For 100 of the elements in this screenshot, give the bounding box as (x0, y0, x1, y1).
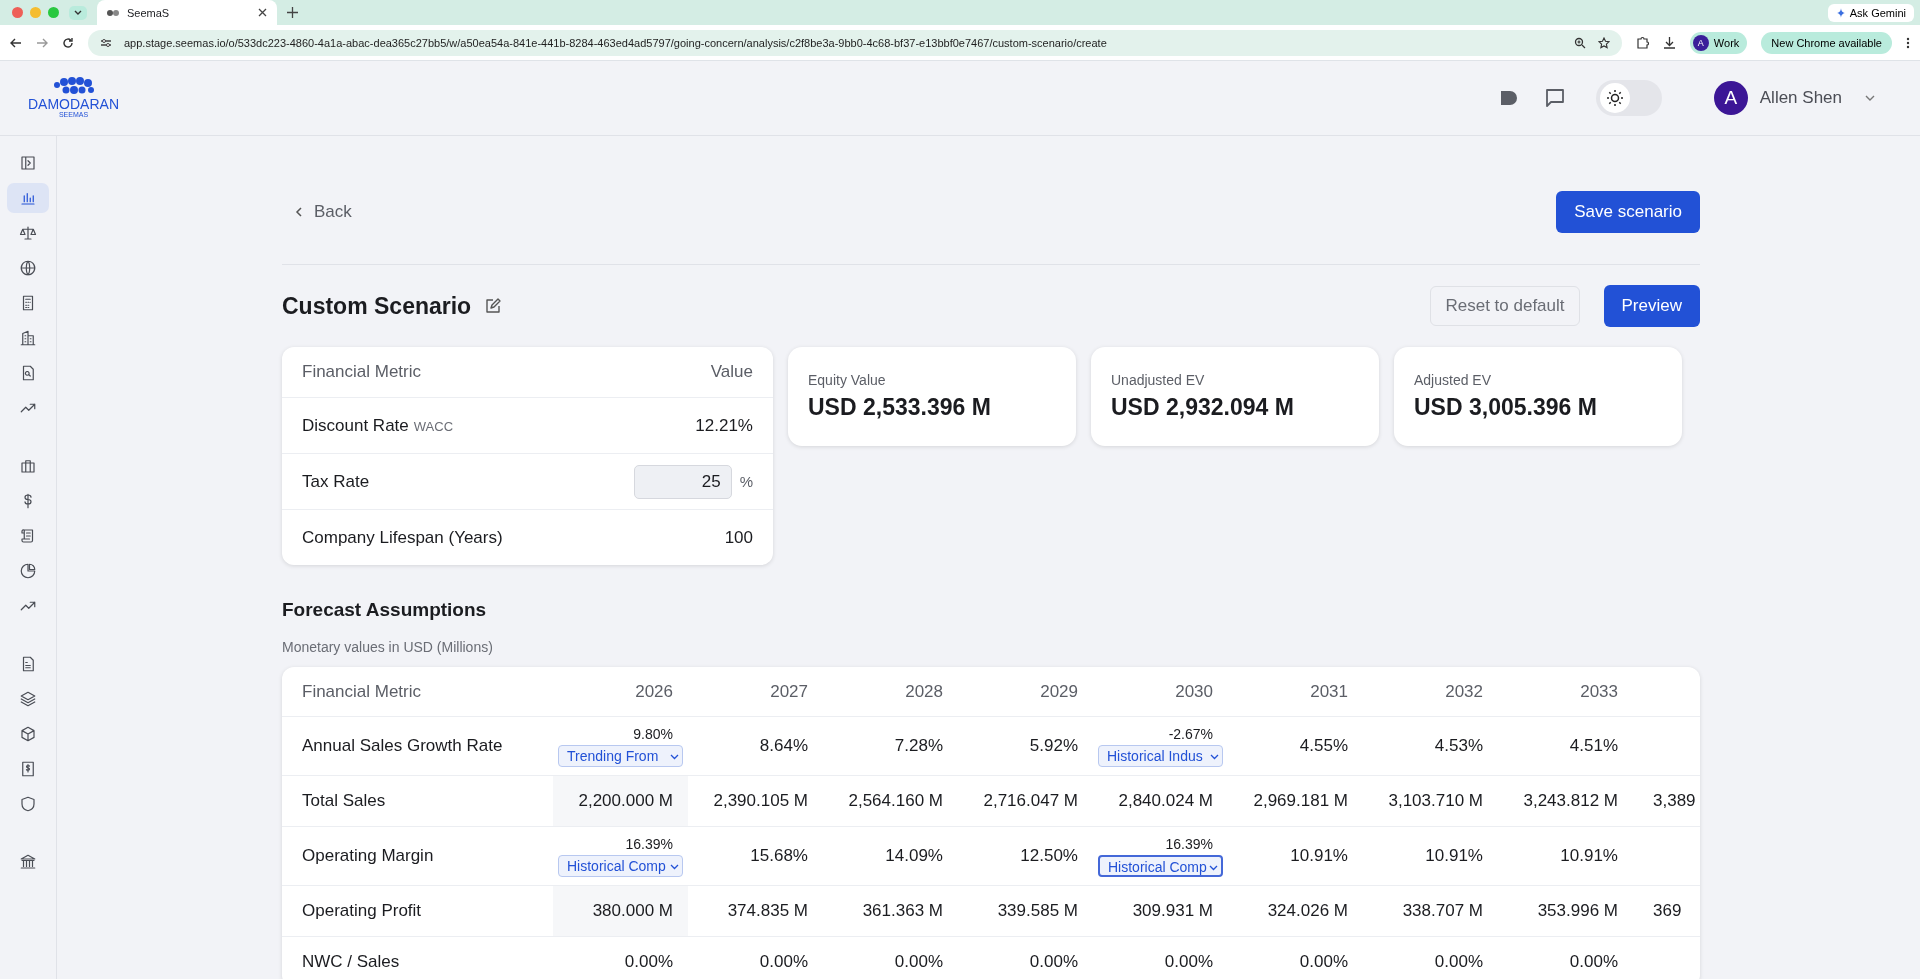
back-nav-icon[interactable] (10, 36, 22, 49)
update-button[interactable]: New Chrome available (1761, 31, 1892, 54)
reload-icon[interactable] (62, 36, 74, 49)
reset-button[interactable]: Reset to default (1430, 286, 1580, 326)
sparkle-icon (1835, 7, 1846, 18)
address-field[interactable]: app.stage.seemas.io/o/533dc223-4860-4a1a-abac-dea365c27bb5/w/a50ea54a-841e-441b-8284-463ed4ad5797/going-concern/analysis/c2f8be3a-9bb0-4c68-bf37-e13bbf0e7467/custom-scenario/create (88, 29, 1622, 56)
method-dropdown[interactable]: Historical Comp (558, 854, 683, 877)
download-icon[interactable] (1662, 36, 1676, 49)
column-header: 2029 (1040, 681, 1078, 702)
metric-label: Tax Rate (302, 471, 370, 492)
save-scenario-button[interactable]: Save scenario (1556, 191, 1700, 233)
row-label: Total Sales (302, 791, 386, 811)
value-card-label: Equity Value (808, 372, 887, 388)
column-header: Financial Metric (302, 362, 422, 382)
unit-label: % (739, 473, 753, 490)
metric-label: Discount Rate WACC (302, 415, 454, 436)
table-cell: 309.931 M (1132, 901, 1213, 921)
caret-icon (670, 863, 679, 870)
tax-rate-field[interactable]: 25 (633, 464, 732, 499)
table-cell: 10.91% (1290, 846, 1348, 866)
table-cell: 380.000 M (592, 901, 673, 921)
table-cell: 0.00% (1029, 952, 1078, 972)
table-cell: 369 (1653, 901, 1682, 921)
table-cell: 3,389 (1653, 791, 1696, 811)
back-link[interactable]: Back (282, 202, 352, 222)
table-cell: 0.00% (624, 952, 673, 972)
caret-icon (1209, 864, 1218, 871)
chevron-left-icon (294, 206, 304, 218)
method-dropdown[interactable]: Trending From (558, 744, 683, 767)
table-cell: 4.53% (1434, 736, 1483, 756)
bank-icon (19, 853, 37, 871)
table-cell: -2.67% (1168, 725, 1213, 742)
table-cell: 10.91% (1560, 846, 1618, 866)
table-cell: 4.51% (1569, 736, 1618, 756)
table-cell: 3,103.710 M (1388, 791, 1483, 811)
table-cell: 2,390.105 M (713, 791, 808, 811)
table-cell: 16.39% (1165, 835, 1213, 852)
theme-toggle[interactable] (1595, 80, 1662, 116)
close-tab-icon[interactable] (258, 8, 267, 17)
value-card-amount: USD 2,533.396 M (808, 394, 992, 421)
table-cell: 0.00% (894, 952, 943, 972)
tag-icon[interactable] (1499, 90, 1518, 106)
table-cell: 3,243.812 M (1523, 791, 1618, 811)
building-icon (19, 329, 37, 347)
logo-text: DAMODARAN (28, 97, 119, 112)
table-cell: 339.585 M (997, 901, 1078, 921)
bookmark-star-icon[interactable] (1597, 36, 1610, 49)
table-cell: 2,200.000 M (578, 791, 673, 811)
metric-value: 100 (724, 527, 753, 548)
row-label: Operating Margin (302, 846, 434, 866)
chevron-down-icon (1864, 94, 1876, 102)
table-cell: 324.026 M (1267, 901, 1348, 921)
method-dropdown[interactable]: Historical Comp (1098, 854, 1223, 877)
edit-icon[interactable] (485, 298, 502, 314)
caret-icon (1210, 753, 1219, 760)
row-label: NWC / Sales (302, 952, 400, 972)
metric-value: 12.21% (695, 415, 753, 436)
caret-icon (670, 753, 679, 760)
table-cell: 2,716.047 M (983, 791, 1078, 811)
table-cell: 353.996 M (1537, 901, 1618, 921)
pie-chart-icon (19, 562, 37, 580)
method-dropdown[interactable]: Historical Indus (1098, 744, 1223, 767)
site-settings-icon[interactable] (100, 37, 112, 48)
table-cell: 16.39% (625, 835, 673, 852)
table-cell: 5.92% (1029, 736, 1078, 756)
table-cell: 10.91% (1425, 846, 1483, 866)
tab-list-icon[interactable] (69, 5, 87, 20)
table-cell: 15.68% (750, 846, 808, 866)
column-header: 2026 (635, 681, 673, 702)
value-card-amount: USD 2,932.094 M (1111, 394, 1295, 421)
extensions-icon[interactable] (1635, 36, 1649, 49)
chat-icon[interactable] (1543, 87, 1566, 109)
user-menu[interactable]: A Allen Shen (1713, 81, 1876, 115)
column-header: 2028 (905, 681, 943, 702)
layers-icon (19, 690, 37, 708)
zoom-icon[interactable] (1573, 36, 1586, 49)
value-card-amount: USD 3,005.396 M (1414, 394, 1598, 421)
page-title: Custom Scenario (282, 292, 472, 320)
sun-icon (1605, 89, 1624, 107)
column-header: 2033 (1580, 681, 1618, 702)
table-cell: 0.00% (1164, 952, 1213, 972)
briefcase-icon (19, 457, 37, 475)
gemini-button[interactable]: Ask Gemini (1827, 3, 1914, 22)
profile-button[interactable]: A Work (1689, 31, 1748, 54)
table-cell: 7.28% (894, 736, 943, 756)
table-cell: 8.64% (759, 736, 808, 756)
preview-button[interactable]: Preview (1603, 285, 1700, 327)
column-header: 2032 (1445, 681, 1483, 702)
table-cell: 0.00% (759, 952, 808, 972)
shield-icon (19, 795, 37, 813)
forward-nav-icon[interactable] (36, 36, 48, 49)
browser-tab[interactable]: SeemaS (97, 0, 277, 25)
table-cell: 338.707 M (1402, 901, 1483, 921)
table-cell: 12.50% (1020, 846, 1078, 866)
table-cell: 2,969.181 M (1253, 791, 1348, 811)
close-window-icon[interactable] (12, 7, 23, 18)
more-icon[interactable] (1906, 36, 1910, 49)
new-tab-icon[interactable] (287, 7, 298, 18)
table-cell: 4.55% (1299, 736, 1348, 756)
table-cell: 0.00% (1434, 952, 1483, 972)
